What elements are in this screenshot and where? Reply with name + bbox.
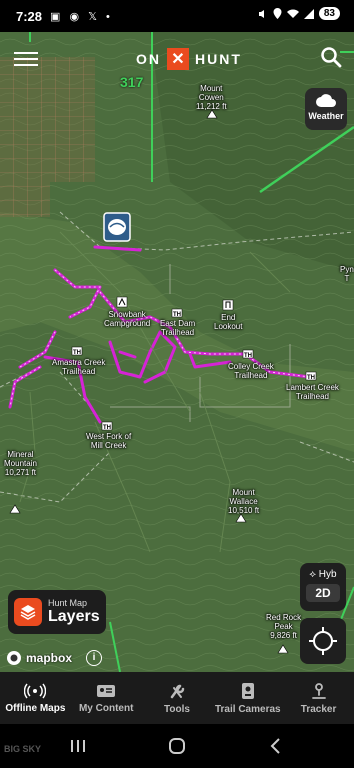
lookout-marker[interactable] (222, 299, 234, 311)
label-mount-wallace[interactable]: Mount Wallace 10,510 ft (228, 488, 259, 515)
basemap-icon: ⟡ (309, 569, 319, 580)
brand-on: ON (136, 51, 161, 67)
status-bar: 7:28 ▣ ◉ 𝕏 • 83 (0, 0, 354, 32)
onx-hunt-logo: ON ✕ HUNT (136, 48, 242, 70)
layers-title: Layers (48, 608, 100, 625)
nav-my-content[interactable]: My Content (71, 672, 142, 724)
nav-label: Trail Cameras (214, 703, 281, 715)
label-red-rock-peak[interactable]: Red Rock Peak 9,826 ft (266, 613, 301, 640)
label-amastra-creek-trailhead[interactable]: Amastra Creek Trailhead (52, 358, 105, 376)
mute-icon (258, 9, 264, 18)
blm-marker[interactable] (103, 212, 131, 242)
map-info-button[interactable]: i (86, 650, 102, 666)
nav-tracker[interactable]: Tracker (283, 672, 354, 724)
notification-icons: ▣ ◉ 𝕏 • (50, 10, 113, 23)
nav-tools[interactable]: Tools (142, 672, 213, 724)
view-mode-2d-button[interactable]: 2D (306, 584, 340, 602)
label-mount-cowen[interactable]: Mount Cowen 11,212 ft (196, 84, 227, 111)
signal-icon (303, 8, 314, 19)
basemap-label[interactable]: ⟡ Hyb (300, 569, 346, 580)
mapbox-attribution[interactable]: mapbox (6, 650, 72, 666)
mapbox-label: mapbox (26, 651, 73, 665)
location-icon (273, 8, 282, 19)
trailhead-marker-lambert[interactable]: TH (305, 371, 317, 381)
nav-label: My Content (78, 702, 134, 714)
mapbox-logo-icon (7, 651, 21, 665)
compass-locate-icon (309, 627, 337, 655)
offline-maps-icon (24, 683, 47, 698)
back-icon[interactable] (264, 734, 288, 758)
layers-icon (14, 598, 42, 626)
nav-label: Offline Maps (5, 702, 66, 714)
layers-subtitle: Hunt Map (48, 598, 88, 608)
bottom-navigation: Offline Maps My Content Tools Trail Came… (0, 672, 354, 724)
label-snowbank-campground[interactable]: Snowbank Campground (104, 310, 150, 328)
label-lambert-creek-trailhead[interactable]: Lambert Creek Trailhead (286, 383, 339, 401)
label-west-fork-mill-creek[interactable]: West Fork of Mill Creek (86, 432, 131, 450)
svg-text:TH: TH (307, 375, 315, 381)
battery-indicator: 83 (318, 7, 340, 20)
route-badge[interactable]: 317 (120, 74, 143, 90)
tracker-icon (311, 682, 326, 699)
status-time: 7:28 (16, 8, 43, 24)
label-east-dam-trailhead[interactable]: East Dam Trailhead (160, 319, 195, 337)
weather-button[interactable]: Weather (305, 88, 347, 130)
nav-label: Tracker (300, 703, 337, 715)
nav-label: Tools (164, 703, 190, 715)
menu-icon (14, 52, 38, 54)
weather-label: Weather (308, 111, 344, 121)
campground-marker[interactable] (116, 296, 128, 308)
svg-text:TH: TH (173, 312, 181, 318)
brand-x-icon: ✕ (167, 48, 189, 70)
nav-offline-maps[interactable]: Offline Maps (0, 672, 71, 724)
trailhead-marker-east-dam[interactable]: TH (171, 308, 183, 318)
label-edge-partial: Pyn T (340, 265, 354, 283)
tools-icon (170, 684, 185, 698)
wifi-icon (286, 9, 299, 18)
system-navigation-bar (0, 724, 354, 768)
trail-camera-icon (241, 682, 254, 699)
menu-button[interactable] (14, 48, 38, 68)
home-icon[interactable] (165, 734, 189, 758)
brand-hunt: HUNT (195, 51, 242, 67)
search-button[interactable] (320, 46, 344, 70)
recent-apps-icon[interactable] (66, 734, 90, 758)
status-indicators: 83 (258, 7, 340, 20)
trailhead-marker-amastra[interactable]: TH (71, 346, 83, 356)
svg-text:TH: TH (103, 425, 111, 431)
locate-button[interactable] (300, 618, 346, 664)
watermark: BIG SKY (4, 744, 42, 754)
nav-trail-cameras[interactable]: Trail Cameras (212, 672, 283, 724)
label-mineral-mountain[interactable]: Mineral Mountain 10,271 ft (4, 450, 37, 477)
svg-text:TH: TH (73, 350, 81, 356)
trailhead-marker-colley[interactable]: TH (242, 349, 254, 359)
trailhead-marker-west-fork[interactable]: TH (101, 421, 113, 431)
label-end-lookout[interactable]: End Lookout (214, 313, 242, 331)
search-icon (321, 47, 342, 68)
basemap-toggle[interactable]: ⟡ Hyb 2D (300, 563, 346, 611)
label-colley-creek-trailhead[interactable]: Colley Creek Trailhead (228, 362, 274, 380)
weather-cloud-icon (316, 94, 336, 107)
layers-button[interactable]: Hunt Map Layers (8, 590, 106, 634)
svg-text:TH: TH (244, 353, 252, 359)
my-content-icon (97, 684, 116, 697)
